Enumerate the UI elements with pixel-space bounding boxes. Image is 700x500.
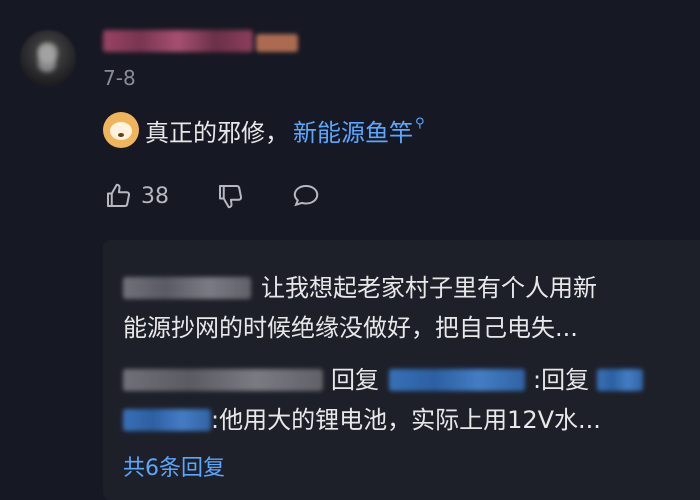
reply-item: 回复 :回复 :他用大的锂电池，实际上用12V水... [123, 360, 700, 440]
search-link[interactable]: 新能源鱼竿 ⚲ [293, 113, 425, 148]
reply-button[interactable] [291, 181, 321, 211]
thumb-up-icon [107, 183, 131, 207]
username-blurred[interactable] [103, 30, 253, 52]
reply-username-blurred[interactable] [123, 369, 323, 391]
reply-target-blurred[interactable] [389, 369, 525, 391]
like-button[interactable]: 38 [103, 181, 169, 211]
replies-panel: 让我想起老家村子里有个人用新 能源抄网的时候绝缘没做好，把自己电失... 回复 … [103, 240, 700, 500]
reply-to-label-2: :回复 [533, 366, 590, 394]
reply-text-line2: :他用大的锂电池，实际上用12V水... [211, 406, 601, 434]
author-tag-blurred [256, 34, 298, 52]
reply-text-line2: 能源抄网的时候绝缘没做好，把自己电失... [123, 314, 578, 342]
thumb-down-icon [219, 185, 243, 209]
reply-text-line1: 让我想起老家村子里有个人用新 [261, 274, 597, 302]
comment-actions: 38 [103, 181, 321, 211]
comment-text-body: 真正的邪修， [145, 118, 289, 147]
dislike-button[interactable] [215, 181, 245, 211]
search-link-label: 新能源鱼竿 [293, 118, 413, 147]
reply-target-blurred-2[interactable] [597, 369, 644, 391]
comment-date: 7-8 [103, 66, 136, 90]
reply-username-blurred[interactable] [123, 277, 251, 299]
avatar[interactable] [20, 30, 76, 86]
search-icon: ⚲ [415, 115, 425, 131]
reply-target-blurred-3[interactable] [123, 409, 211, 431]
reply-to-label: 回复 [331, 366, 379, 394]
like-count: 38 [141, 183, 169, 209]
comment-bubble-icon [293, 184, 319, 207]
emoji-dog-icon [103, 112, 139, 148]
comment-text: 真正的邪修， 新能源鱼竿 ⚲ [103, 112, 425, 148]
reply-item: 让我想起老家村子里有个人用新 能源抄网的时候绝缘没做好，把自己电失... [123, 268, 700, 348]
more-replies-link[interactable]: 共6条回复 [123, 450, 225, 482]
